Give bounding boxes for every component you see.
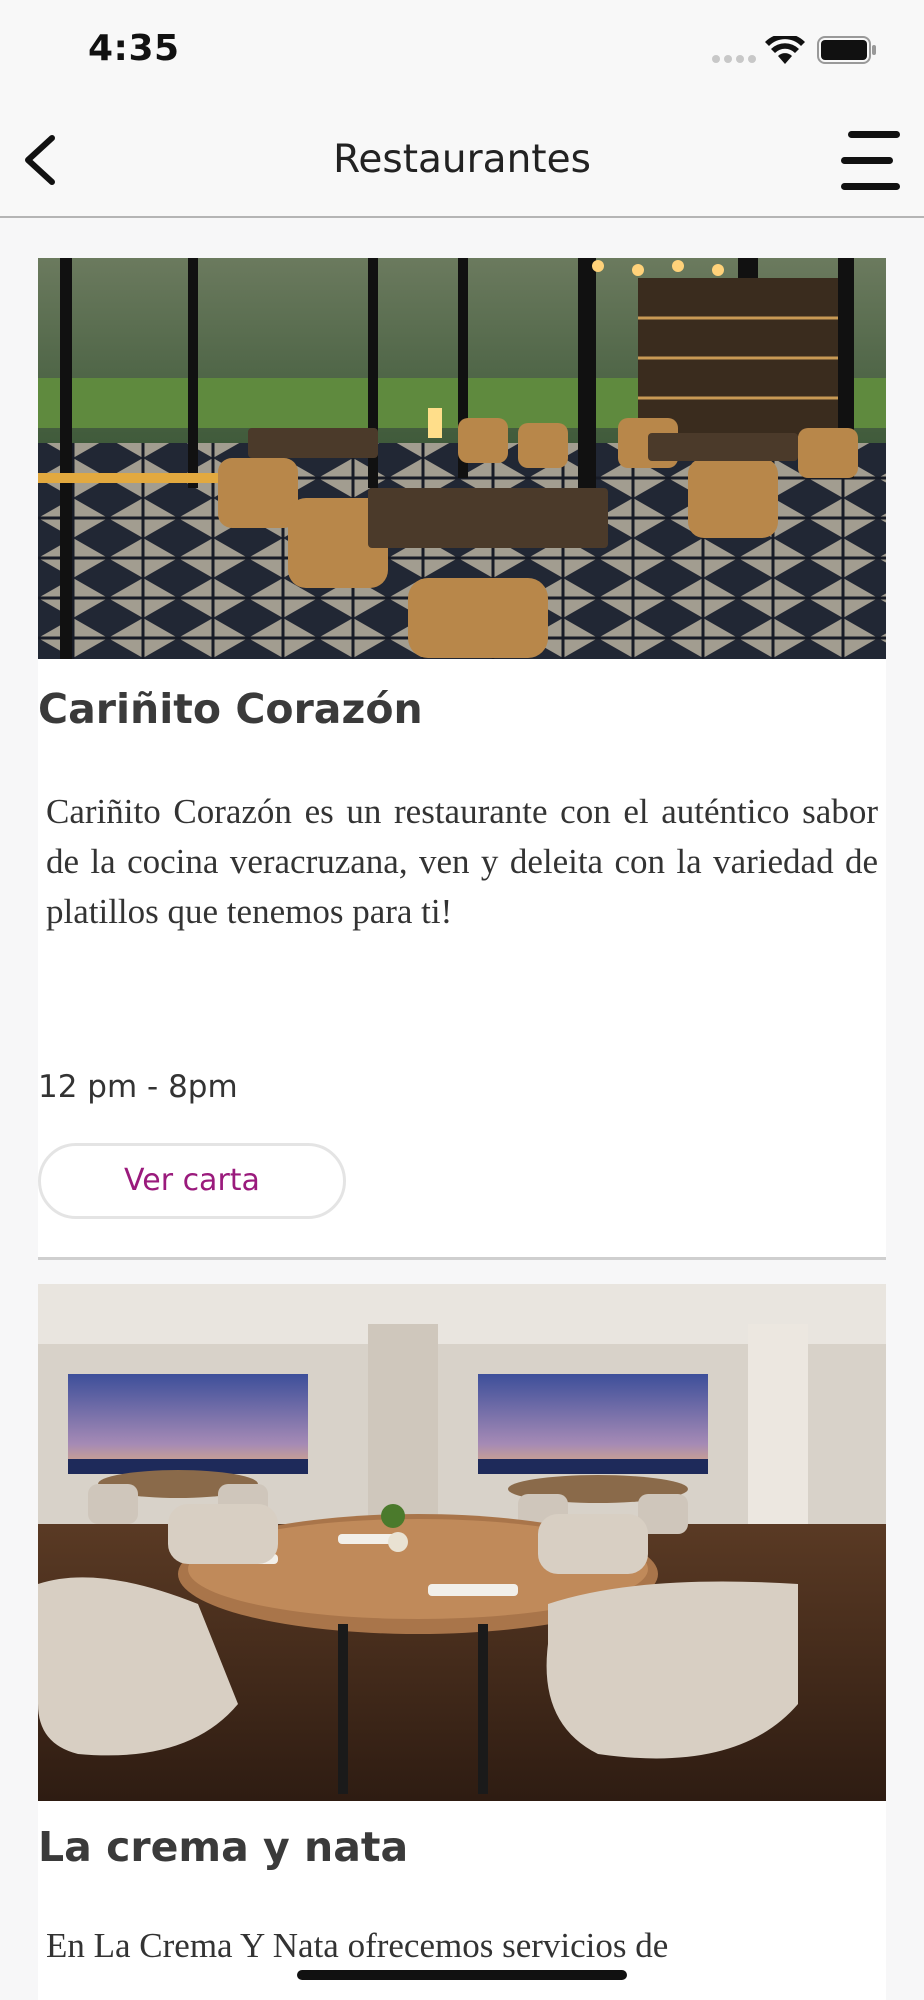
restaurant-card: La crema y nata En La Crema Y Nata ofrec…: [38, 1284, 886, 2000]
home-indicator[interactable]: [297, 1970, 627, 1980]
screen: 4:35 Restaurantes Cariñito Corazón Cariñ…: [0, 0, 924, 2000]
restaurant-name: La crema y nata: [38, 1823, 409, 1871]
restaurant-photo: [38, 1284, 886, 1801]
status-bar: 4:35: [0, 0, 924, 100]
battery-icon: [817, 36, 876, 64]
view-menu-button[interactable]: Ver carta: [38, 1143, 346, 1219]
hamburger-menu-icon[interactable]: [838, 128, 904, 194]
restaurant-description: En La Crema Y Nata ofrecemos servicios d…: [46, 1926, 669, 1965]
restaurant-photo: [38, 258, 886, 659]
restaurant-name: Cariñito Corazón: [38, 685, 423, 733]
page-title: Restaurantes: [333, 137, 591, 182]
restaurant-card: Cariñito Corazón Cariñito Corazón es un …: [38, 258, 886, 1260]
restaurant-list: Cariñito Corazón Cariñito Corazón es un …: [38, 258, 886, 2000]
status-time: 4:35: [88, 28, 180, 69]
restaurant-description: Cariñito Corazón es un restaurante con e…: [46, 792, 878, 931]
divider: [38, 1257, 886, 1260]
restaurant-hours: 12 pm - 8pm: [38, 1069, 238, 1105]
wifi-icon: [765, 36, 805, 64]
signal-dots-icon: [712, 55, 756, 63]
nav-bar: Restaurantes: [0, 100, 924, 218]
